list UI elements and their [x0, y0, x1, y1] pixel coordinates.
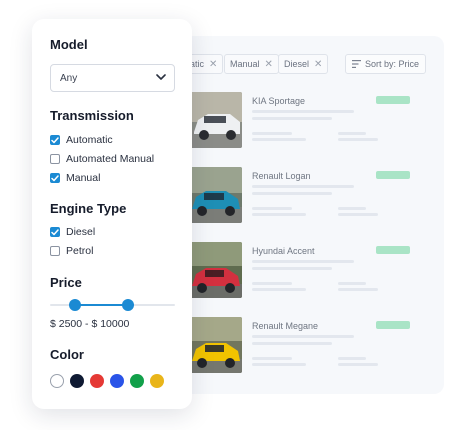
placeholder-line: [252, 363, 306, 366]
car-name: Hyundai Accent: [252, 246, 315, 256]
price-badge: [376, 171, 410, 179]
placeholder-line: [252, 110, 354, 113]
color-swatch[interactable]: [90, 374, 104, 388]
price-title: Price: [50, 275, 82, 290]
close-icon[interactable]: ✕: [265, 59, 273, 70]
car-photo: [190, 92, 242, 148]
price-badge: [376, 96, 410, 104]
slider-fill: [75, 304, 128, 306]
checkbox[interactable]: [50, 246, 60, 256]
color-swatches: [50, 374, 170, 388]
price-badge: [376, 246, 410, 254]
placeholder-line: [338, 138, 378, 141]
color-swatch[interactable]: [50, 374, 64, 388]
list-item[interactable]: Renault Megane: [190, 317, 430, 373]
placeholder-line: [252, 213, 306, 216]
placeholder-line: [338, 213, 378, 216]
car-name: KIA Sportage: [252, 96, 306, 106]
list-item[interactable]: Hyundai Accent: [190, 242, 430, 298]
car-filter-page: atic ✕ Manual ✕ Diesel ✕ Sort by: Price: [0, 0, 460, 430]
placeholder-line: [252, 335, 354, 338]
engine-type-title: Engine Type: [50, 201, 127, 216]
engine-option-petrol[interactable]: Petrol: [50, 244, 93, 258]
car-photo: [190, 317, 242, 373]
price-badge: [376, 321, 410, 329]
price-range-slider[interactable]: [50, 299, 175, 311]
filter-chip-manual[interactable]: Manual ✕: [224, 54, 279, 74]
list-item[interactable]: Renault Logan: [190, 167, 430, 223]
chip-label: Diesel: [284, 59, 310, 69]
car-photo: [190, 167, 242, 223]
option-label: Manual: [66, 172, 101, 184]
placeholder-line: [338, 288, 378, 291]
color-swatch[interactable]: [150, 374, 164, 388]
checkbox[interactable]: [50, 154, 60, 164]
model-select-value: Any: [60, 72, 78, 84]
close-icon[interactable]: ✕: [209, 59, 217, 70]
model-select[interactable]: Any: [50, 64, 175, 92]
chip-label: Manual: [230, 59, 260, 69]
placeholder-line: [252, 357, 292, 360]
car-name: Renault Megane: [252, 321, 319, 331]
checkbox[interactable]: [50, 173, 60, 183]
color-title: Color: [50, 347, 84, 362]
list-item[interactable]: KIA Sportage: [190, 92, 430, 148]
option-label: Automated Manual: [66, 153, 155, 165]
placeholder-line: [338, 207, 366, 210]
chevron-down-icon: [156, 74, 166, 80]
filter-panel: Model Any Transmission Automatic Automat…: [32, 19, 192, 409]
sort-button[interactable]: Sort by: Price: [344, 54, 426, 74]
filter-chip-diesel[interactable]: Diesel ✕: [278, 54, 329, 74]
close-icon[interactable]: ✕: [314, 59, 322, 70]
sort-label: Sort by: Price: [364, 59, 419, 69]
color-swatch[interactable]: [110, 374, 124, 388]
placeholder-line: [252, 185, 354, 188]
transmission-option-automated-manual[interactable]: Automated Manual: [50, 152, 154, 166]
slider-min-handle[interactable]: [69, 299, 81, 311]
placeholder-line: [252, 267, 332, 270]
engine-option-diesel[interactable]: Diesel: [50, 225, 95, 239]
checkbox[interactable]: [50, 135, 60, 145]
checkbox[interactable]: [50, 227, 60, 237]
placeholder-line: [252, 117, 332, 120]
active-filter-chips: atic ✕ Manual ✕ Diesel ✕ Sort by: Price: [176, 54, 444, 74]
placeholder-line: [252, 207, 292, 210]
transmission-option-manual[interactable]: Manual: [50, 171, 100, 185]
placeholder-line: [338, 282, 366, 285]
placeholder-line: [252, 342, 332, 345]
placeholder-line: [252, 282, 292, 285]
placeholder-line: [252, 138, 306, 141]
price-range-label: $ 2500 - $ 10000: [50, 318, 130, 330]
placeholder-line: [252, 192, 332, 195]
transmission-option-automatic[interactable]: Automatic: [50, 133, 113, 147]
results-panel: atic ✕ Manual ✕ Diesel ✕ Sort by: Price: [176, 36, 444, 394]
placeholder-line: [252, 288, 306, 291]
color-swatch[interactable]: [130, 374, 144, 388]
car-photo: [190, 242, 242, 298]
option-label: Automatic: [66, 134, 113, 146]
placeholder-line: [252, 260, 354, 263]
slider-max-handle[interactable]: [121, 299, 134, 311]
model-title: Model: [50, 37, 88, 52]
option-label: Diesel: [66, 226, 96, 238]
car-name: Renault Logan: [252, 171, 311, 181]
placeholder-line: [252, 132, 292, 135]
option-label: Petrol: [66, 245, 94, 257]
placeholder-line: [338, 357, 366, 360]
chip-label: atic: [190, 59, 205, 69]
sort-icon: [351, 60, 361, 68]
color-swatch[interactable]: [70, 374, 84, 388]
transmission-title: Transmission: [50, 108, 134, 123]
placeholder-line: [338, 132, 366, 135]
placeholder-line: [338, 363, 378, 366]
